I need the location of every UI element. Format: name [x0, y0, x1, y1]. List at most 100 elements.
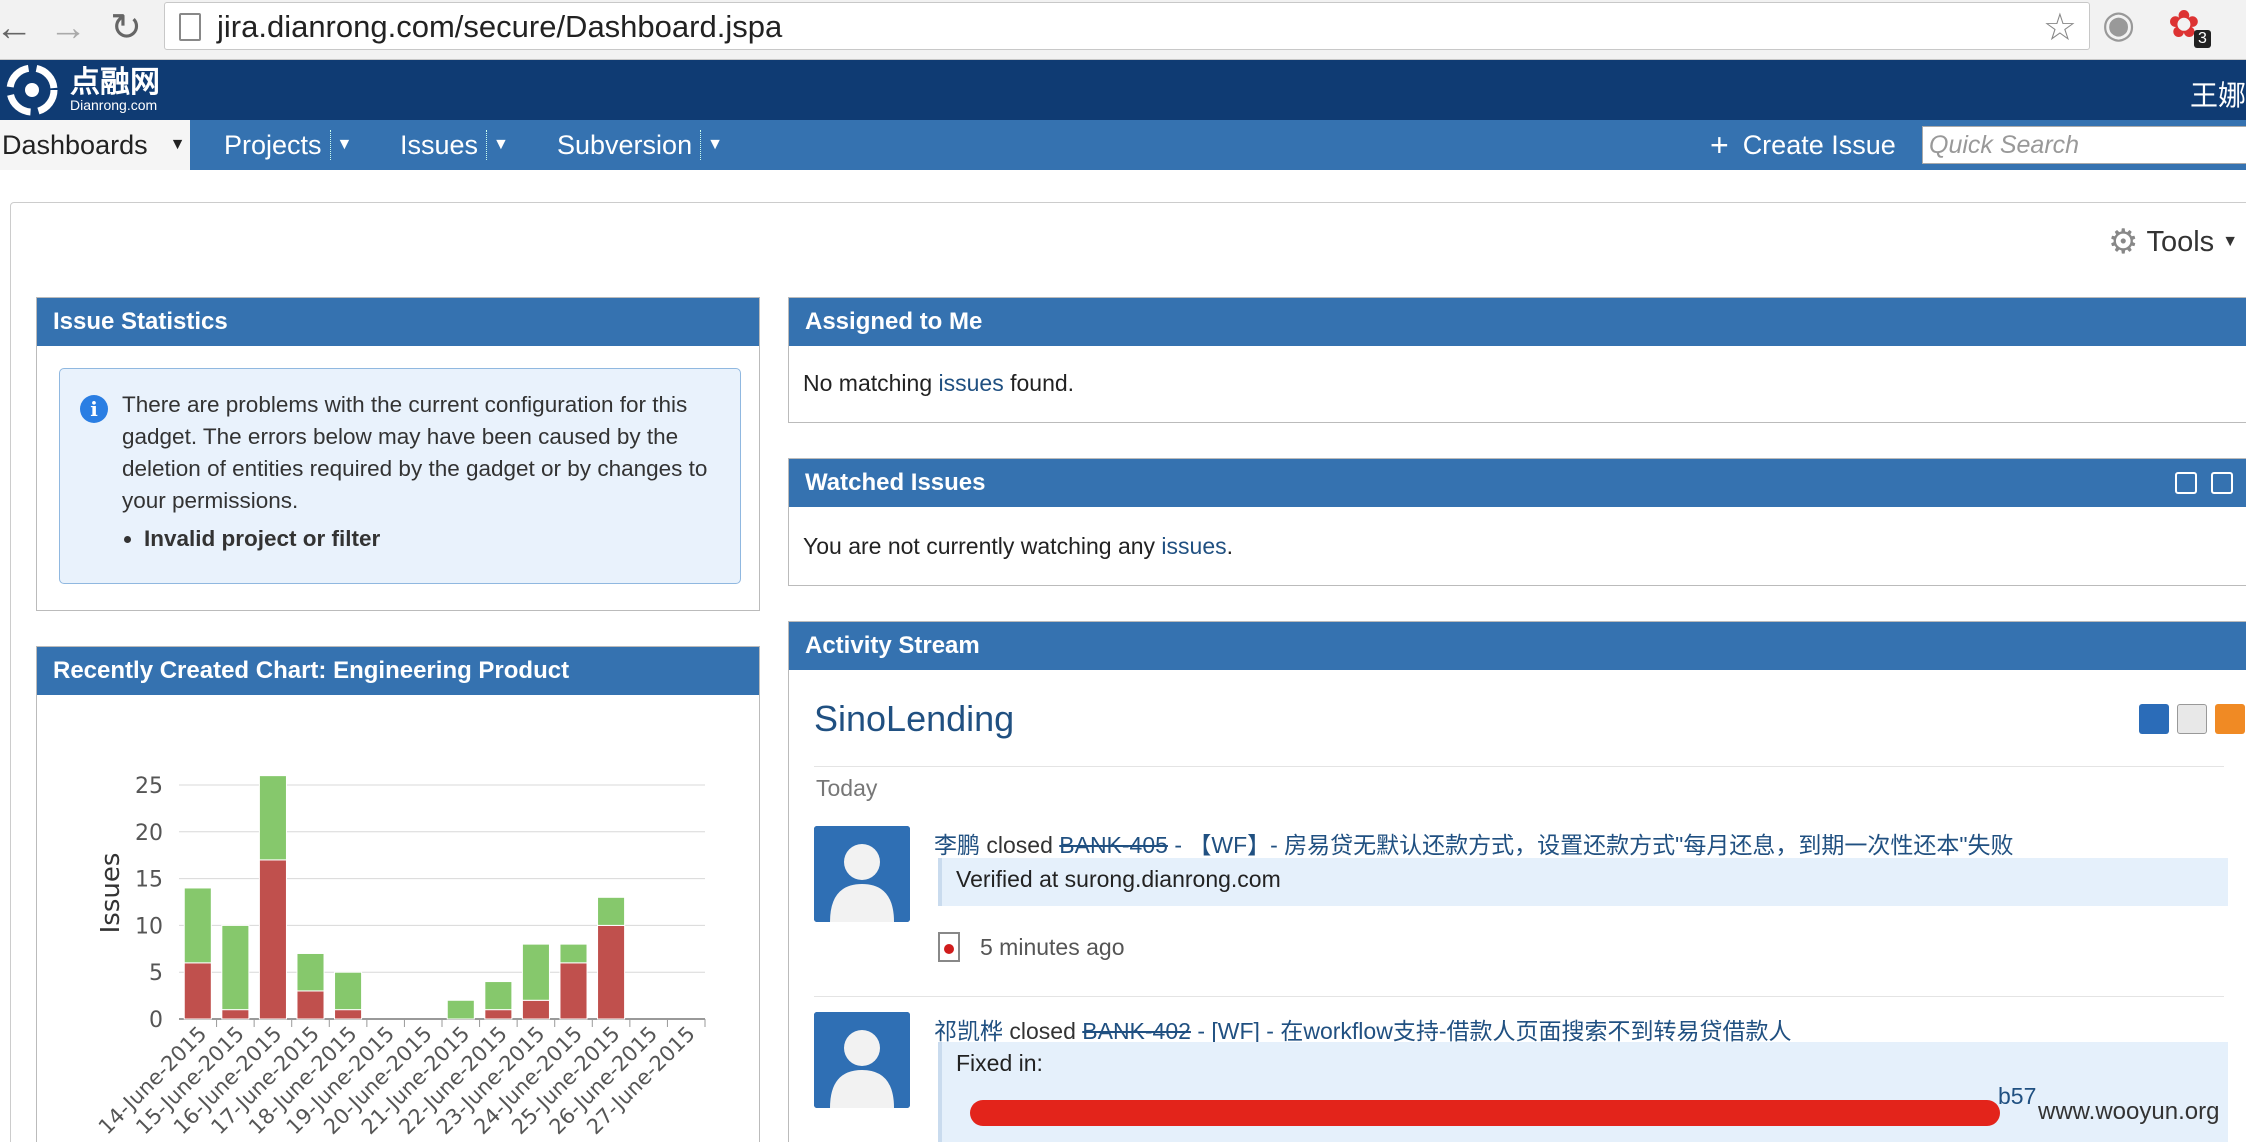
recently-created-chart: 0510152025 14-June-201515-June-201516-Ju… — [94, 774, 706, 1139]
bar-segment[interactable] — [334, 1009, 363, 1020]
y-tick-label: 5 — [149, 961, 163, 986]
full-view-icon[interactable] — [2139, 704, 2169, 734]
bar-segment[interactable] — [597, 896, 626, 926]
gadget-title[interactable]: Recently Created Chart: Engineering Prod… — [37, 647, 759, 695]
activity-stream-gadget: Activity Stream SinoLending Today 李鹏 clo… — [788, 621, 2246, 1142]
issue-statistics-gadget: Issue Statistics i There are problems wi… — [36, 297, 760, 611]
rss-feed-icon[interactable] — [2215, 704, 2245, 734]
maximize-icon[interactable] — [2175, 472, 2197, 494]
plus-icon: + — [1710, 126, 1729, 163]
logo[interactable]: 点融网 Dianrong.com — [0, 60, 160, 120]
tools-label: Tools — [2146, 225, 2215, 258]
chevron-down-icon[interactable] — [2211, 472, 2233, 494]
redaction-mark — [970, 1100, 2000, 1126]
bar-segment[interactable] — [484, 981, 513, 1011]
back-arrow-icon[interactable]: ← — [0, 6, 36, 50]
activity-summary: 祁凯桦 closed BANK-402 - [WF] - 在workflow支持… — [934, 1018, 1792, 1044]
avatar[interactable] — [814, 1012, 910, 1108]
assigned-to-me-gadget: Assigned to Me No matching issues found. — [788, 297, 2246, 423]
bar-segment[interactable] — [446, 999, 475, 1020]
globe-icon[interactable]: ◉ — [2102, 2, 2135, 47]
chevron-down-icon[interactable]: ▼ — [337, 136, 353, 154]
avatar[interactable] — [814, 826, 910, 922]
list-view-icon[interactable] — [2177, 704, 2207, 734]
timestamp[interactable]: 5 minutes ago — [980, 934, 1124, 961]
y-tick-label: 25 — [135, 774, 163, 799]
bar-segment[interactable] — [521, 999, 550, 1020]
chevron-down-icon: ▼ — [2222, 233, 2239, 250]
create-issue-button[interactable]: + Create Issue — [1710, 120, 1896, 170]
comment-box: Fixed in: b57 — [938, 1042, 2228, 1142]
nav-dashboards-label: Dashboards — [2, 129, 148, 160]
bar-segment[interactable] — [183, 887, 212, 964]
nav-projects[interactable]: Projects ▼ — [224, 120, 352, 170]
bar-segment[interactable] — [183, 962, 212, 1020]
reload-icon[interactable]: ↻ — [104, 6, 148, 50]
activity-entry: 李鹏 closed BANK-405 - 【WF】- 房易贷无默认还款方式，设置… — [814, 826, 2234, 996]
bar-segment[interactable] — [597, 924, 626, 1020]
tools-menu[interactable]: ⚙ Tools ▼ — [2108, 222, 2238, 262]
gadget-title[interactable]: Activity Stream — [789, 622, 2246, 670]
y-tick-label: 0 — [149, 1008, 163, 1033]
bar-segment[interactable] — [559, 962, 588, 1020]
issue-summary-link[interactable]: - 【WF】- 房易贷无默认还款方式，设置还款方式"每月还息，到期一次性还本"失… — [1168, 832, 2013, 858]
user-avatar-icon — [814, 826, 910, 922]
bar-segment[interactable] — [221, 924, 250, 1011]
user-menu[interactable]: 王娜 — [2190, 74, 2246, 114]
chevron-down-icon[interactable]: ▼ — [707, 136, 723, 154]
forward-arrow-icon[interactable]: → — [46, 6, 90, 50]
nav-subversion[interactable]: Subversion ▼ — [557, 120, 723, 170]
bar-segment[interactable] — [258, 775, 287, 861]
nav-issues[interactable]: Issues ▼ — [400, 120, 509, 170]
y-axis-label: Issues — [96, 853, 126, 934]
app-header: 点融网 Dianrong.com 王娜 — [0, 60, 2246, 120]
bookmark-star-icon[interactable]: ☆ — [2043, 5, 2077, 50]
gadget-title-label: Watched Issues — [805, 469, 986, 496]
quick-search-input[interactable]: Quick Search — [1922, 126, 2246, 164]
issue-key-link[interactable]: BANK-405 — [1059, 832, 1168, 858]
timestamp-row: 5 minutes ago — [938, 932, 1124, 962]
watched-issues-gadget: Watched Issues You are not currently wat… — [788, 458, 2246, 586]
gadget-title[interactable]: Assigned to Me — [789, 298, 2246, 346]
gadget-title[interactable]: Issue Statistics — [37, 298, 759, 346]
chevron-down-icon[interactable]: ▼ — [493, 136, 509, 154]
issue-summary-link[interactable]: - [WF] - 在workflow支持-借款人页面搜索不到转易贷借款人 — [1191, 1018, 1791, 1044]
project-heading[interactable]: SinoLending — [814, 698, 1014, 740]
assigned-message: No matching issues found. — [803, 370, 1075, 396]
nav-projects-label: Projects — [224, 129, 322, 160]
issue-key-link[interactable]: BANK-402 — [1082, 1018, 1191, 1044]
y-tick-label: 10 — [135, 914, 163, 939]
issue-type-bug-icon — [938, 932, 960, 962]
divider — [814, 996, 2224, 997]
y-tick-label: 15 — [135, 868, 163, 893]
issues-link[interactable]: issues — [1161, 533, 1226, 559]
bar-segment[interactable] — [559, 943, 588, 964]
error-item: Invalid project or filter — [144, 523, 722, 555]
bar-segment[interactable] — [334, 971, 363, 1011]
view-toggle — [2131, 704, 2245, 734]
bar-segment[interactable] — [521, 943, 550, 1001]
gear-icon: ⚙ — [2108, 223, 2139, 261]
info-text: There are problems with the current conf… — [122, 392, 708, 513]
y-tick-label: 20 — [135, 821, 163, 846]
url-text[interactable]: jira.dianrong.com/secure/Dashboard.jspa — [217, 9, 782, 45]
bar-segment[interactable] — [296, 952, 325, 992]
chevron-down-icon[interactable]: ▼ — [170, 136, 186, 154]
gadget-title[interactable]: Watched Issues — [789, 459, 2246, 507]
nav-dashboards[interactable]: Dashboards ▼ — [0, 120, 190, 170]
bar-segment[interactable] — [296, 990, 325, 1020]
bar-segment[interactable] — [258, 859, 287, 1020]
user-link[interactable]: 祁凯桦 — [934, 1018, 1003, 1044]
nav-subversion-label: Subversion — [557, 129, 693, 160]
page-icon — [179, 13, 201, 41]
issues-link[interactable]: issues — [939, 370, 1004, 396]
bar-segment[interactable] — [484, 1009, 513, 1020]
address-bar[interactable]: jira.dianrong.com/secure/Dashboard.jspa … — [164, 2, 2090, 50]
nav-issues-label: Issues — [400, 129, 479, 160]
commit-link[interactable]: b57 — [1998, 1083, 2036, 1110]
browser-toolbar: ← → ↻ jira.dianrong.com/secure/Dashboard… — [0, 0, 2246, 60]
info-message: i There are problems with the current co… — [59, 368, 741, 584]
user-link[interactable]: 李鹏 — [934, 832, 980, 858]
bar-segment[interactable] — [221, 1009, 250, 1020]
watched-message: You are not currently watching any issue… — [803, 533, 1234, 559]
